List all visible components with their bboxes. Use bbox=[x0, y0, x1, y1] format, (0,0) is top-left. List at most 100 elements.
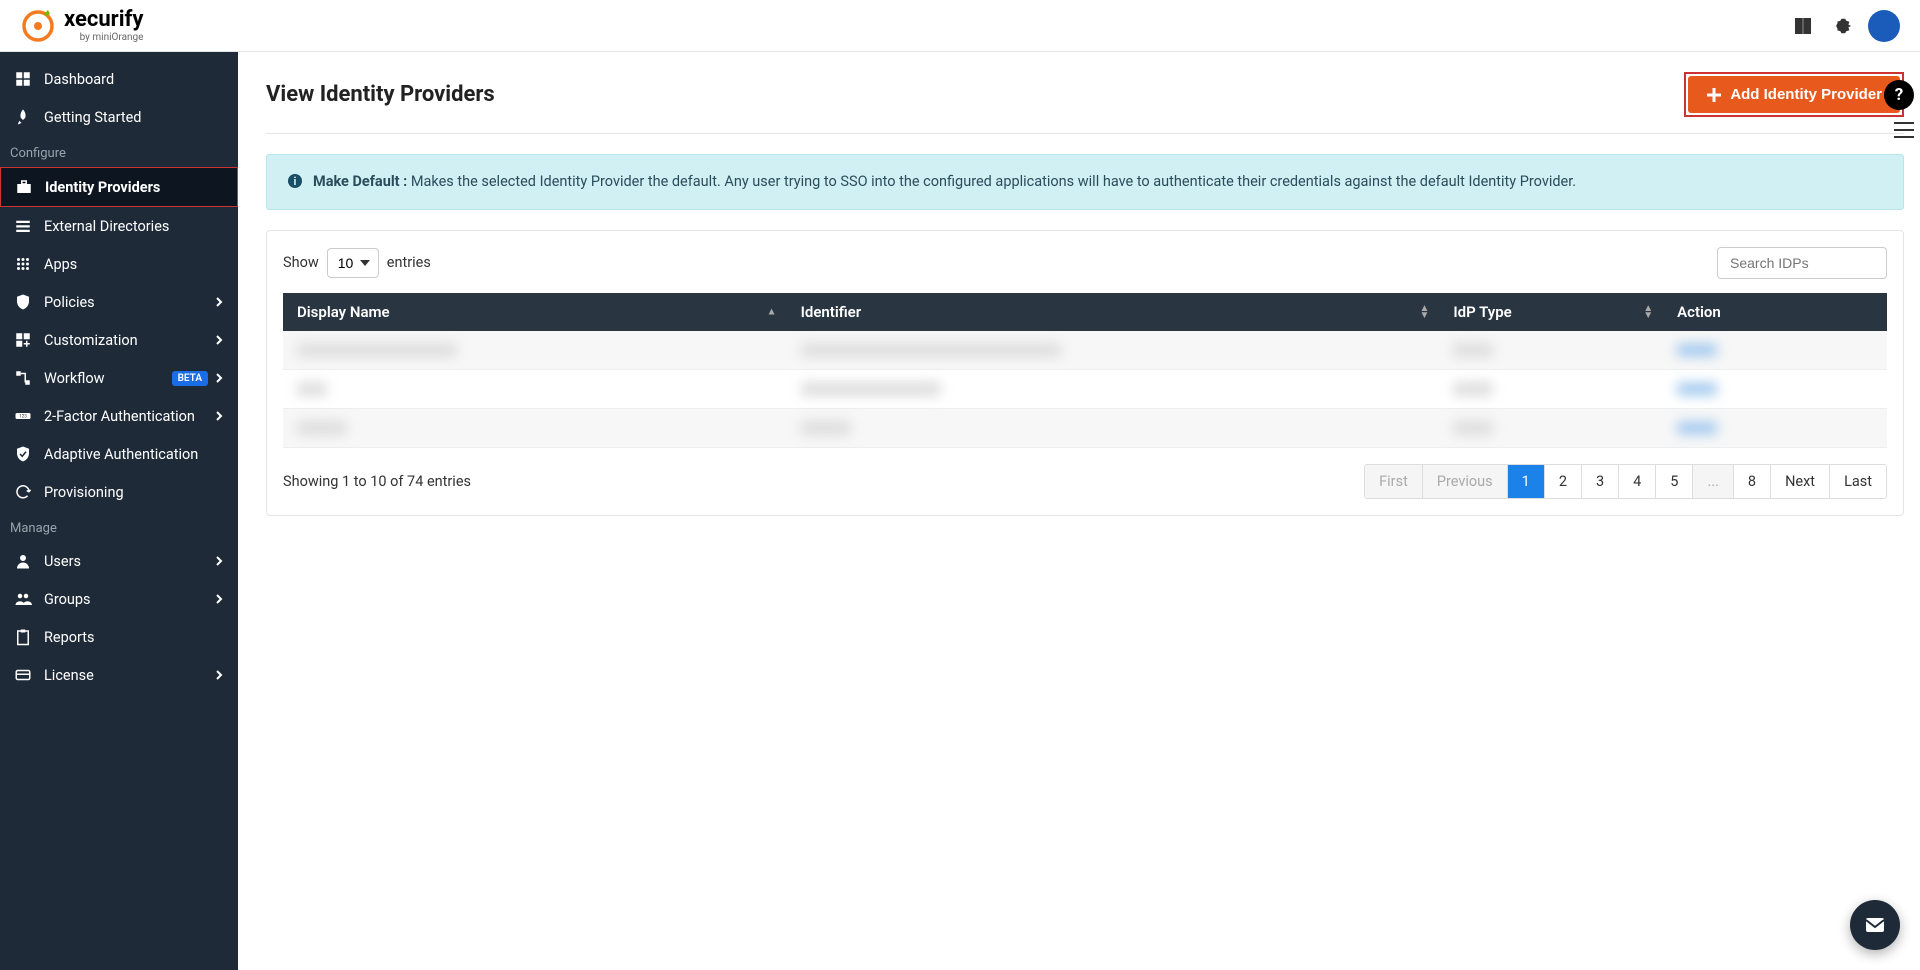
svg-text:123: 123 bbox=[19, 414, 27, 420]
page-title: View Identity Providers bbox=[266, 82, 495, 107]
sort-icon: ▲▼ bbox=[1643, 305, 1653, 319]
pagination: First Previous 1 2 3 4 5 ... 8 Next Last bbox=[1364, 464, 1887, 499]
sidebar-item-getting-started[interactable]: Getting Started bbox=[0, 98, 238, 136]
sidebar-item-customization[interactable]: Customization bbox=[0, 321, 238, 359]
blurred-action[interactable] bbox=[1677, 422, 1717, 434]
customize-icon bbox=[14, 331, 32, 349]
sidebar-item-adaptive[interactable]: Adaptive Authentication bbox=[0, 435, 238, 473]
table-row bbox=[283, 331, 1887, 370]
sidebar-section-configure: Configure bbox=[0, 136, 238, 167]
sidebar-label: Provisioning bbox=[44, 484, 124, 501]
sidebar-item-provisioning[interactable]: Provisioning bbox=[0, 473, 238, 511]
sidebar-item-2fa[interactable]: 123 2-Factor Authentication bbox=[0, 397, 238, 435]
help-button[interactable]: ? bbox=[1884, 80, 1914, 110]
docs-icon[interactable] bbox=[1792, 15, 1814, 37]
sidebar-label: Policies bbox=[44, 294, 95, 311]
shield-check-icon bbox=[14, 445, 32, 463]
col-action: Action bbox=[1663, 293, 1887, 331]
page-5[interactable]: 5 bbox=[1655, 465, 1692, 498]
sidebar-item-identity-providers[interactable]: Identity Providers bbox=[0, 167, 238, 207]
info-icon: i bbox=[287, 173, 303, 189]
info-body: Makes the selected Identity Provider the… bbox=[407, 173, 1576, 190]
beta-badge: BETA bbox=[172, 371, 208, 386]
sidebar-item-dashboard[interactable]: Dashboard bbox=[0, 60, 238, 98]
chevron-right-icon bbox=[214, 411, 224, 421]
card-icon bbox=[14, 666, 32, 684]
mail-icon bbox=[1863, 913, 1887, 937]
table-controls: Show 10 entries bbox=[283, 247, 1887, 279]
sidebar-item-workflow[interactable]: Workflow BETA bbox=[0, 359, 238, 397]
idp-table: Display Name▲ Identifier▲▼ IdP Type▲▼ Ac… bbox=[283, 293, 1887, 448]
blurred-cell bbox=[801, 421, 851, 435]
page-ellipsis: ... bbox=[1692, 465, 1732, 498]
blurred-cell bbox=[1453, 421, 1493, 435]
sidebar-item-groups[interactable]: Groups bbox=[0, 580, 238, 618]
side-menu-toggle[interactable] bbox=[1894, 122, 1914, 142]
sidebar-item-external-directories[interactable]: External Directories bbox=[0, 207, 238, 245]
dashboard-icon bbox=[14, 70, 32, 88]
chat-button[interactable] bbox=[1850, 900, 1900, 950]
page-8[interactable]: 8 bbox=[1733, 465, 1770, 498]
shield-icon bbox=[14, 293, 32, 311]
page-4[interactable]: 4 bbox=[1618, 465, 1655, 498]
info-bold: Make Default : bbox=[313, 173, 407, 190]
sidebar-label: Getting Started bbox=[44, 109, 141, 126]
page-3[interactable]: 3 bbox=[1581, 465, 1618, 498]
add-button-highlight: Add Identity Provider bbox=[1684, 72, 1904, 117]
info-text: Make Default : Makes the selected Identi… bbox=[313, 171, 1576, 193]
user-icon bbox=[14, 552, 32, 570]
sort-icon: ▲ bbox=[767, 308, 777, 315]
blurred-action[interactable] bbox=[1677, 344, 1717, 356]
logo-text: xecurify by miniOrange bbox=[64, 9, 143, 43]
groups-icon bbox=[14, 590, 32, 608]
entries-label: entries bbox=[387, 254, 431, 271]
sidebar-item-policies[interactable]: Policies bbox=[0, 283, 238, 321]
search-input[interactable] bbox=[1717, 247, 1887, 279]
sidebar-label: External Directories bbox=[44, 218, 169, 235]
blurred-cell bbox=[297, 343, 457, 357]
page-last[interactable]: Last bbox=[1829, 465, 1886, 498]
workflow-icon bbox=[14, 369, 32, 387]
brand-subtitle: by miniOrange bbox=[64, 33, 143, 43]
sidebar-label: Identity Providers bbox=[45, 179, 160, 196]
gear-icon[interactable] bbox=[1830, 15, 1852, 37]
blurred-cell bbox=[1453, 382, 1493, 396]
blurred-action[interactable] bbox=[1677, 383, 1717, 395]
table-row bbox=[283, 408, 1887, 447]
blurred-cell bbox=[1453, 343, 1493, 357]
show-label: Show bbox=[283, 254, 319, 271]
page-2[interactable]: 2 bbox=[1544, 465, 1581, 498]
briefcase-icon bbox=[15, 178, 33, 196]
col-idp-type[interactable]: IdP Type▲▼ bbox=[1439, 293, 1663, 331]
topbar-actions bbox=[1792, 10, 1900, 42]
sidebar-label: License bbox=[44, 667, 94, 684]
chevron-right-icon bbox=[214, 335, 224, 345]
entries-select[interactable]: 10 bbox=[327, 248, 379, 278]
col-display-name[interactable]: Display Name▲ bbox=[283, 293, 787, 331]
logo-icon bbox=[20, 8, 56, 44]
key-icon: 123 bbox=[14, 407, 32, 425]
add-button-label: Add Identity Provider bbox=[1730, 86, 1882, 103]
sidebar-label: Customization bbox=[44, 332, 138, 349]
show-entries: Show 10 entries bbox=[283, 248, 431, 278]
sidebar-item-reports[interactable]: Reports bbox=[0, 618, 238, 656]
col-identifier[interactable]: Identifier▲▼ bbox=[787, 293, 1440, 331]
sidebar-item-apps[interactable]: Apps bbox=[0, 245, 238, 283]
avatar[interactable] bbox=[1868, 10, 1900, 42]
sidebar: Dashboard Getting Started Configure Iden… bbox=[0, 52, 238, 970]
chevron-right-icon bbox=[214, 373, 224, 383]
sidebar-label: Reports bbox=[44, 629, 95, 646]
main-content: ? View Identity Providers Add Identity P… bbox=[238, 52, 1920, 970]
sidebar-item-license[interactable]: License bbox=[0, 656, 238, 694]
add-identity-provider-button[interactable]: Add Identity Provider bbox=[1688, 76, 1900, 113]
page-1[interactable]: 1 bbox=[1507, 465, 1544, 498]
clipboard-icon bbox=[14, 628, 32, 646]
info-banner: i Make Default : Makes the selected Iden… bbox=[266, 154, 1904, 210]
sidebar-item-users[interactable]: Users bbox=[0, 542, 238, 580]
page-first[interactable]: First bbox=[1365, 465, 1422, 498]
page-header: View Identity Providers Add Identity Pro… bbox=[266, 72, 1904, 134]
page-next[interactable]: Next bbox=[1770, 465, 1829, 498]
chevron-right-icon bbox=[214, 297, 224, 307]
page-previous[interactable]: Previous bbox=[1422, 465, 1507, 498]
logo[interactable]: xecurify by miniOrange bbox=[20, 8, 143, 44]
